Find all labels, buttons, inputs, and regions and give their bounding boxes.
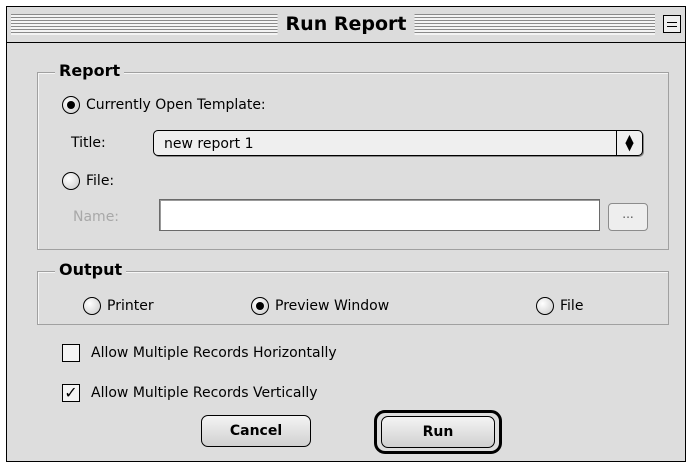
output-printer-label[interactable]: Printer xyxy=(107,297,154,315)
file-radio-label[interactable]: File: xyxy=(86,172,114,190)
title-label: Title: xyxy=(71,135,106,151)
title-bar[interactable]: Run Report xyxy=(7,7,685,43)
run-button[interactable]: Run xyxy=(381,416,495,448)
title-select-value: new report 1 xyxy=(164,136,254,152)
name-label: Name: xyxy=(73,209,120,225)
template-radio[interactable] xyxy=(62,96,80,114)
browse-button[interactable]: ... xyxy=(608,203,648,231)
run-report-dialog: Run Report Report Currently Open Templat… xyxy=(6,6,686,462)
horizontal-checkbox-label[interactable]: Allow Multiple Records Horizontally xyxy=(91,344,337,362)
title-select[interactable]: new report 1 ▲ ▼ xyxy=(153,130,643,156)
vertical-checkbox[interactable]: ✓ xyxy=(62,384,80,402)
output-file-radio[interactable] xyxy=(536,297,554,315)
file-radio[interactable] xyxy=(62,172,80,190)
report-group-label: Report xyxy=(55,62,125,80)
output-file-label[interactable]: File xyxy=(560,297,583,315)
checkmark-icon: ✓ xyxy=(64,383,78,402)
output-printer-radio[interactable] xyxy=(83,297,101,315)
output-group-label: Output xyxy=(55,261,127,279)
template-radio-label[interactable]: Currently Open Template: xyxy=(86,96,266,114)
collapse-box-icon[interactable] xyxy=(663,15,681,33)
horizontal-checkbox[interactable] xyxy=(62,344,80,362)
vertical-checkbox-label[interactable]: Allow Multiple Records Vertically xyxy=(91,384,318,402)
output-preview-radio[interactable] xyxy=(251,297,269,315)
window-title: Run Report xyxy=(277,11,415,37)
popup-arrows-icon: ▲ ▼ xyxy=(616,131,642,155)
name-input[interactable] xyxy=(159,199,600,231)
output-preview-label[interactable]: Preview Window xyxy=(275,297,389,315)
cancel-button[interactable]: Cancel xyxy=(201,415,311,447)
